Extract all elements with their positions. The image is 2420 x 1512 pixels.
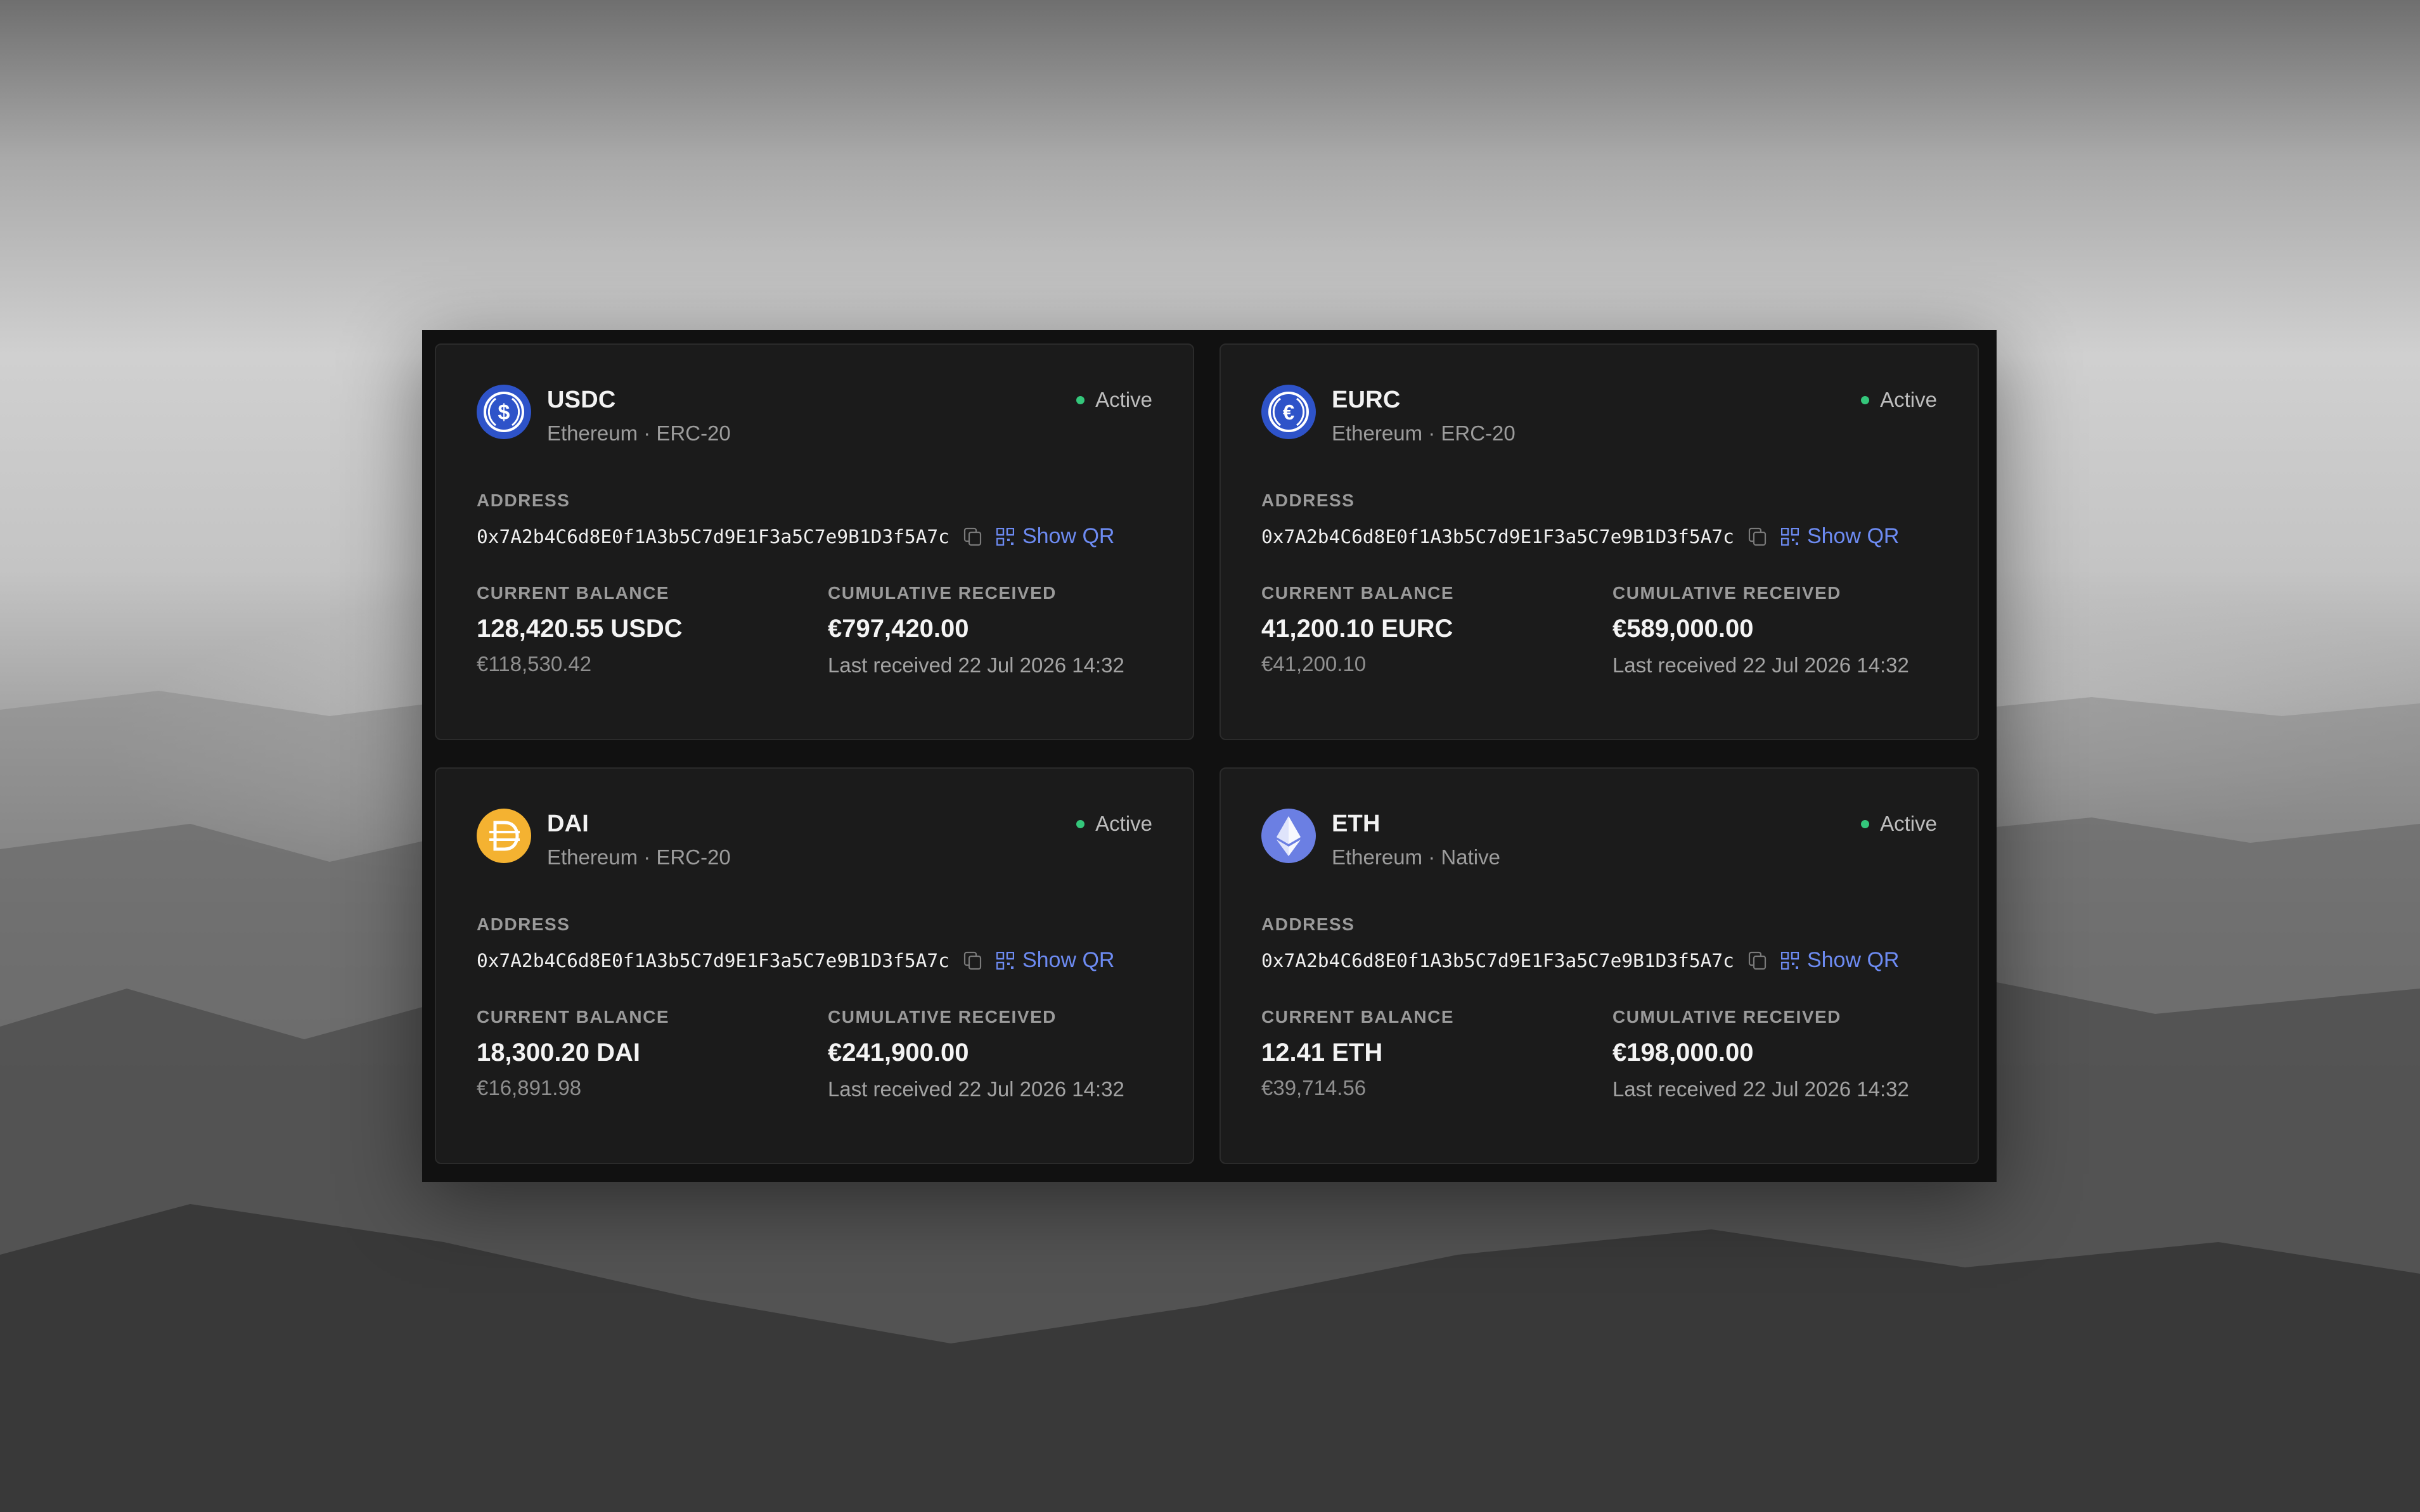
last-received-text: Last received 22 Jul 2026 14:32 xyxy=(828,1077,1124,1101)
cumulative-received-label: CUMULATIVE RECEIVED xyxy=(828,583,1057,603)
status-badge: Active xyxy=(1076,812,1152,836)
eurc-icon: € xyxy=(1261,385,1316,439)
status-label: Active xyxy=(1880,388,1937,411)
current-balance-value: 128,420.55 USDC xyxy=(477,615,683,643)
status-dot-icon xyxy=(1076,819,1085,828)
current-balance-value: 18,300.20 DAI xyxy=(477,1039,640,1067)
show-qr-label: Show QR xyxy=(1022,948,1115,972)
last-received-text: Last received 22 Jul 2026 14:32 xyxy=(1612,1077,1909,1101)
token-network: Ethereum · Native xyxy=(1332,845,1500,869)
status-dot-icon xyxy=(1861,395,1870,404)
address-label: ADDRESS xyxy=(1261,490,1355,510)
show-qr-label: Show QR xyxy=(1022,524,1115,548)
status-badge: Active xyxy=(1076,388,1152,412)
current-balance-label: CURRENT BALANCE xyxy=(1261,1007,1455,1027)
current-balance-label: CURRENT BALANCE xyxy=(1261,583,1455,603)
token-network: Ethereum · ERC-20 xyxy=(547,845,731,869)
qr-code-icon xyxy=(996,951,1014,970)
wallet-address: 0x7A2b4C6d8E0f1A3b5C7d9E1F3a5C7e9B1D3f5A… xyxy=(477,525,949,548)
status-label: Active xyxy=(1095,812,1152,835)
qr-code-icon xyxy=(1780,951,1799,970)
cumulative-received-value: €241,900.00 xyxy=(828,1039,969,1067)
token-name: USDC xyxy=(547,387,616,413)
cumulative-received-value: €198,000.00 xyxy=(1612,1039,1754,1067)
address-label: ADDRESS xyxy=(1261,914,1355,934)
address-row: 0x7A2b4C6d8E0f1A3b5C7d9E1F3a5C7e9B1D3f5A… xyxy=(1261,524,1899,549)
cumulative-received-label: CUMULATIVE RECEIVED xyxy=(1612,583,1841,603)
current-balance-label: CURRENT BALANCE xyxy=(477,583,670,603)
last-received-text: Last received 22 Jul 2026 14:32 xyxy=(1612,653,1909,677)
wallet-card-usdc: $ USDC Ethereum · ERC-20 Active ADDRESS … xyxy=(435,343,1194,740)
status-label: Active xyxy=(1880,812,1937,835)
current-balance-value: 41,200.10 EURC xyxy=(1261,615,1453,643)
svg-text:$: $ xyxy=(498,400,510,425)
copy-icon[interactable] xyxy=(1747,526,1768,548)
qr-code-icon xyxy=(996,527,1014,546)
status-label: Active xyxy=(1095,388,1152,411)
balance-fiat-value: €16,891.98 xyxy=(477,1076,582,1099)
cumulative-received-value: €797,420.00 xyxy=(828,615,969,643)
balance-fiat-value: €39,714.56 xyxy=(1261,1076,1367,1099)
wallet-card-eth: ETH Ethereum · Native Active ADDRESS 0x7… xyxy=(1220,767,1979,1164)
cumulative-received-value: €589,000.00 xyxy=(1612,615,1754,643)
status-dot-icon xyxy=(1861,819,1870,828)
wallet-address: 0x7A2b4C6d8E0f1A3b5C7d9E1F3a5C7e9B1D3f5A… xyxy=(477,949,949,971)
copy-icon[interactable] xyxy=(962,950,984,971)
token-name: DAI xyxy=(547,810,589,837)
last-received-text: Last received 22 Jul 2026 14:32 xyxy=(828,653,1124,677)
wallet-card-dai: DAI Ethereum · ERC-20 Active ADDRESS 0x7… xyxy=(435,767,1194,1164)
status-badge: Active xyxy=(1861,388,1937,412)
show-qr-button[interactable]: Show QR xyxy=(1780,948,1900,973)
wallet-address: 0x7A2b4C6d8E0f1A3b5C7d9E1F3a5C7e9B1D3f5A… xyxy=(1261,525,1734,548)
show-qr-label: Show QR xyxy=(1806,524,1900,548)
token-network: Ethereum · ERC-20 xyxy=(547,421,731,445)
show-qr-button[interactable]: Show QR xyxy=(996,948,1115,973)
qr-code-icon xyxy=(1780,527,1799,546)
address-label: ADDRESS xyxy=(477,490,570,510)
token-name: ETH xyxy=(1332,810,1381,837)
cumulative-received-label: CUMULATIVE RECEIVED xyxy=(1612,1007,1841,1027)
token-network: Ethereum · ERC-20 xyxy=(1332,421,1516,445)
dai-icon xyxy=(477,809,531,863)
address-row: 0x7A2b4C6d8E0f1A3b5C7d9E1F3a5C7e9B1D3f5A… xyxy=(477,524,1114,549)
address-label: ADDRESS xyxy=(477,914,570,934)
usdc-icon: $ xyxy=(477,385,531,439)
current-balance-label: CURRENT BALANCE xyxy=(477,1007,670,1027)
svg-text:€: € xyxy=(1283,400,1294,424)
wallet-card-eurc: € EURC Ethereum · ERC-20 Active ADDRESS … xyxy=(1220,343,1979,740)
wallet-address: 0x7A2b4C6d8E0f1A3b5C7d9E1F3a5C7e9B1D3f5A… xyxy=(1261,949,1734,971)
token-name: EURC xyxy=(1332,387,1401,413)
cumulative-received-label: CUMULATIVE RECEIVED xyxy=(828,1007,1057,1027)
current-balance-value: 12.41 ETH xyxy=(1261,1039,1383,1067)
address-row: 0x7A2b4C6d8E0f1A3b5C7d9E1F3a5C7e9B1D3f5A… xyxy=(1261,948,1899,973)
status-badge: Active xyxy=(1861,812,1937,836)
show-qr-label: Show QR xyxy=(1806,948,1900,972)
copy-icon[interactable] xyxy=(962,526,984,548)
eth-icon xyxy=(1261,809,1316,863)
balance-fiat-value: €118,530.42 xyxy=(477,652,592,676)
status-dot-icon xyxy=(1076,395,1085,404)
wallet-grid-panel: $ USDC Ethereum · ERC-20 Active ADDRESS … xyxy=(422,330,1997,1182)
copy-icon[interactable] xyxy=(1747,950,1768,971)
show-qr-button[interactable]: Show QR xyxy=(1780,524,1900,549)
address-row: 0x7A2b4C6d8E0f1A3b5C7d9E1F3a5C7e9B1D3f5A… xyxy=(477,948,1114,973)
show-qr-button[interactable]: Show QR xyxy=(996,524,1115,549)
balance-fiat-value: €41,200.10 xyxy=(1261,652,1367,676)
